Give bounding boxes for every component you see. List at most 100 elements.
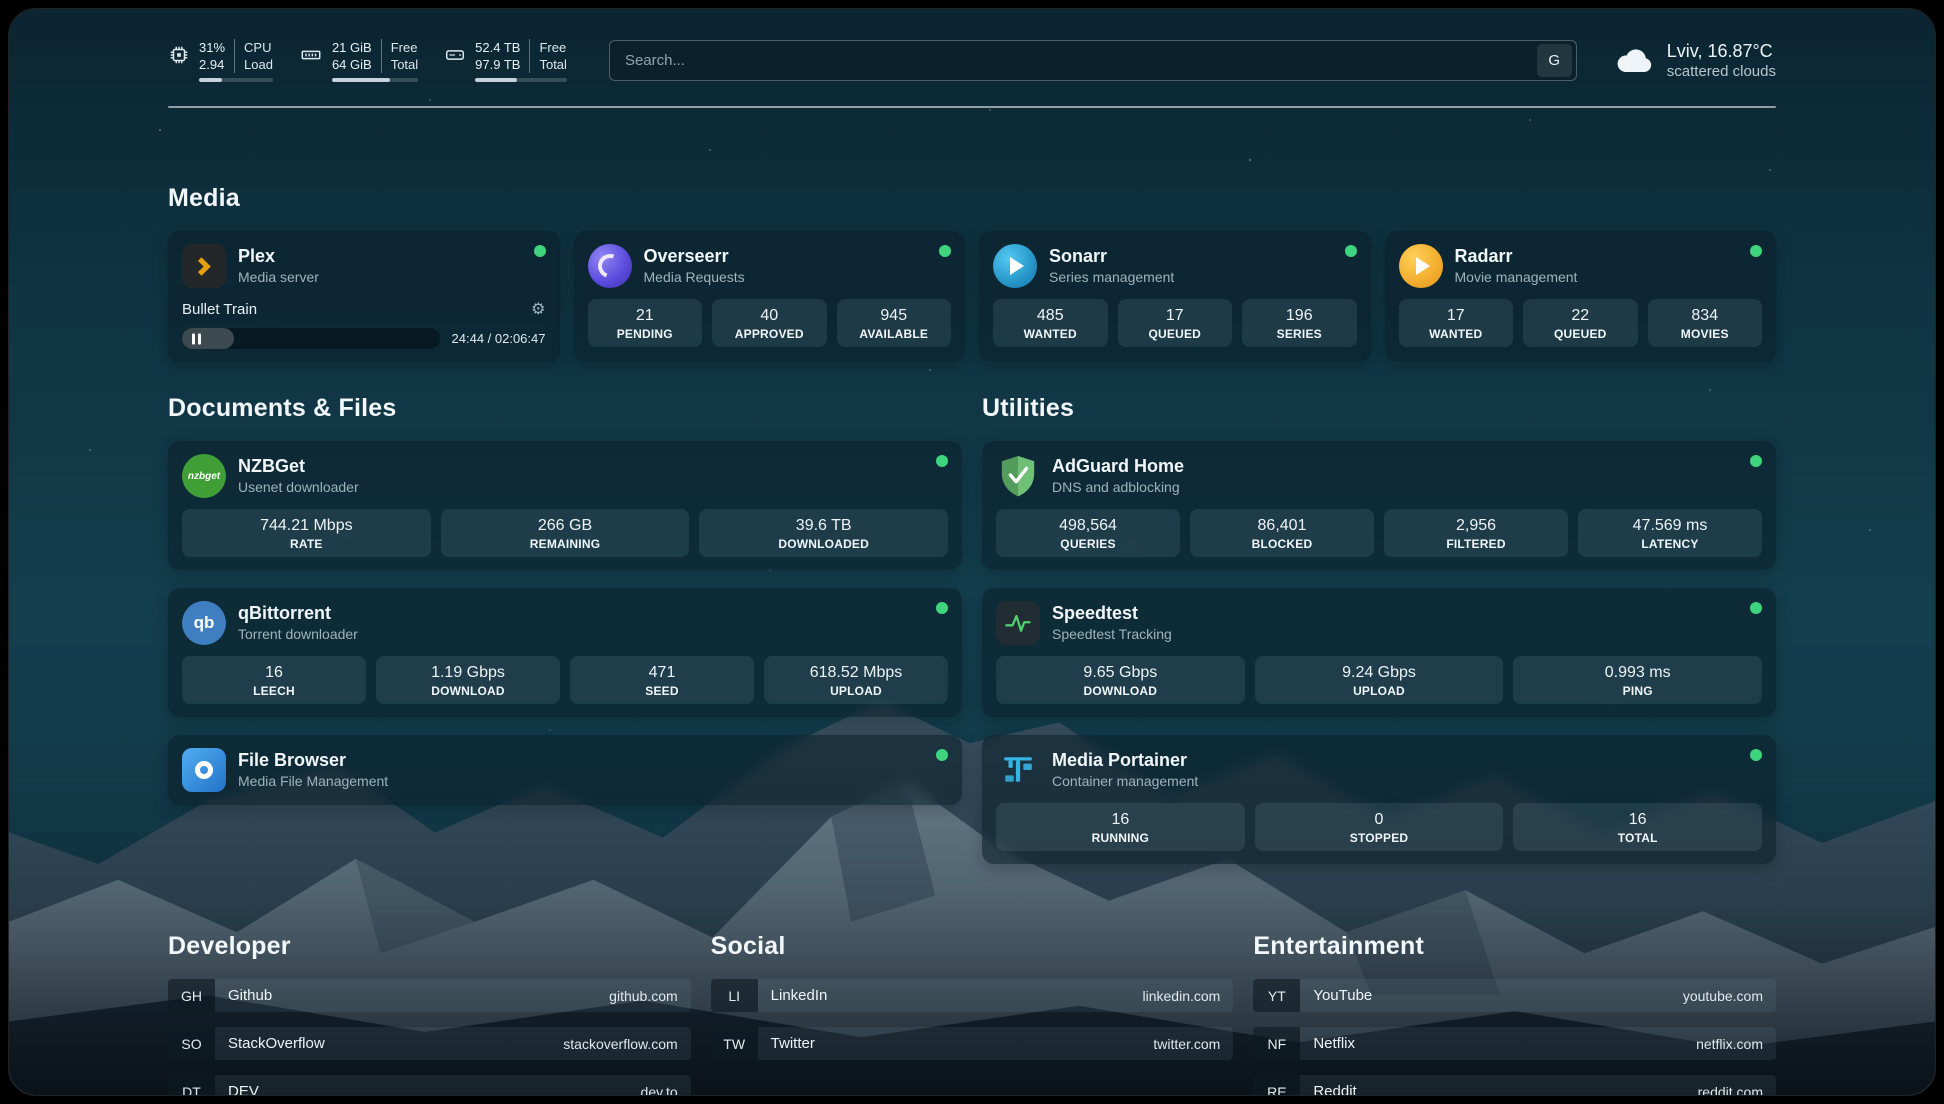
app-subtitle: Media Requests: [644, 269, 745, 286]
memory-widget: 21 GiB Free 64 GiB Total: [299, 39, 418, 82]
bookmark-name: Twitter: [758, 1035, 1154, 1052]
playback-time: 24:44 / 02:06:47: [452, 331, 546, 346]
disk-widget: 52.4 TB Free 97.9 TB Total: [444, 39, 567, 82]
memory-free-value: 21 GiB: [332, 39, 372, 56]
section-utilities: Utilities AdGuard Home: [982, 394, 1776, 882]
stat-running: 16 RUNNING: [996, 803, 1245, 851]
stat-total: 16 TOTAL: [1513, 803, 1762, 851]
stat-wanted: 17 WANTED: [1399, 299, 1514, 347]
youtube-icon: YT: [1253, 979, 1300, 1012]
stat-wanted: 485 WANTED: [993, 299, 1108, 347]
pause-icon[interactable]: [192, 333, 201, 344]
section-media: Media Plex Media server Bullet Train ⚙: [168, 184, 1776, 362]
stat-filtered: 2,956 FILTERED: [1384, 509, 1568, 557]
disk-widget-body: 52.4 TB Free 97.9 TB Total: [475, 39, 567, 82]
app-card-speedtest[interactable]: Speedtest Speedtest Tracking 9.65 Gbps D…: [982, 588, 1776, 717]
section-developer: Developer GH Github github.com SO StackO…: [168, 932, 691, 1096]
sonarr-titles: Sonarr Series management: [1049, 246, 1174, 286]
disk-progress-bar: [475, 78, 567, 82]
status-online-dot: [1345, 245, 1357, 257]
bookmark-url: stackoverflow.com: [563, 1036, 690, 1052]
plex-player: 24:44 / 02:06:47: [182, 328, 546, 349]
bookmark-url: youtube.com: [1683, 988, 1776, 1004]
app-name: NZBGet: [238, 456, 359, 477]
bookmark-youtube[interactable]: YT YouTube youtube.com: [1253, 979, 1776, 1012]
stat-stopped: 0 STOPPED: [1255, 803, 1504, 851]
app-card-radarr[interactable]: Radarr Movie management 17 WANTED 22 QUE…: [1385, 231, 1777, 362]
app-subtitle: Movie management: [1455, 269, 1578, 286]
bookmark-name: Netflix: [1300, 1035, 1696, 1052]
app-subtitle: Speedtest Tracking: [1052, 626, 1172, 643]
reddit-icon: RE: [1253, 1075, 1300, 1096]
stat-download: 9.65 Gbps DOWNLOAD: [996, 656, 1245, 704]
bookmark-netflix[interactable]: NF Netflix netflix.com: [1253, 1027, 1776, 1060]
stat-series: 196 SERIES: [1242, 299, 1357, 347]
weather-condition: scattered clouds: [1667, 62, 1776, 81]
bookmark-url: github.com: [609, 988, 690, 1004]
app-subtitle: Media server: [238, 269, 319, 286]
stat-upload: 9.24 Gbps UPLOAD: [1255, 656, 1504, 704]
disk-free-label: Free: [529, 39, 566, 56]
cloud-icon: [1613, 46, 1655, 76]
gear-icon[interactable]: ⚙: [531, 299, 545, 319]
stat-seed: 471 SEED: [570, 656, 754, 704]
app-name: Speedtest: [1052, 603, 1172, 624]
status-online-dot: [1750, 245, 1762, 257]
dashboard-content: 31% CPU 2.94 Load: [9, 9, 1935, 1095]
app-card-sonarr[interactable]: Sonarr Series management 485 WANTED 17 Q…: [979, 231, 1371, 362]
bookmark-twitter[interactable]: TW Twitter twitter.com: [711, 1027, 1234, 1060]
bookmark-url: reddit.com: [1698, 1084, 1776, 1097]
stat-blocked: 86,401 BLOCKED: [1190, 509, 1374, 557]
sonarr-icon: [993, 244, 1037, 288]
bookmark-url: netflix.com: [1696, 1036, 1776, 1052]
app-card-plex[interactable]: Plex Media server Bullet Train ⚙: [168, 231, 560, 362]
status-online-dot: [939, 245, 951, 257]
weather-widget: Lviv, 16.87°C scattered clouds: [1613, 40, 1776, 81]
bookmark-dev[interactable]: DT DEV dev.to: [168, 1075, 691, 1096]
cpu-widget: 31% CPU 2.94 Load: [168, 39, 273, 82]
qbittorrent-titles: qBittorrent Torrent downloader: [238, 603, 358, 643]
bookmark-stackoverflow[interactable]: SO StackOverflow stackoverflow.com: [168, 1027, 691, 1060]
app-card-adguard[interactable]: AdGuard Home DNS and adblocking 498,564 …: [982, 441, 1776, 570]
disk-total-label: Total: [529, 56, 566, 73]
speedtest-pulse-icon: [996, 601, 1040, 645]
cpu-load-label: Load: [234, 56, 273, 73]
plex-titles: Plex Media server: [238, 246, 319, 286]
hard-drive-icon: [444, 44, 466, 66]
bookmark-url: dev.to: [641, 1084, 691, 1097]
playback-progress-bar[interactable]: [182, 328, 440, 349]
app-subtitle: Usenet downloader: [238, 479, 359, 496]
documents-section-title: Documents & Files: [168, 394, 962, 423]
twitter-icon: TW: [711, 1027, 758, 1060]
top-bar: 31% CPU 2.94 Load: [168, 9, 1776, 82]
app-card-filebrowser[interactable]: File Browser Media File Management: [168, 735, 962, 805]
search-engine-button[interactable]: G: [1537, 44, 1572, 77]
cpu-label: CPU: [234, 39, 273, 56]
bookmark-github[interactable]: GH Github github.com: [168, 979, 691, 1012]
status-online-dot: [1750, 455, 1762, 467]
portainer-titles: Media Portainer Container management: [1052, 750, 1198, 790]
bookmark-name: YouTube: [1300, 987, 1683, 1004]
stat-movies: 834 MOVIES: [1648, 299, 1763, 347]
stat-ping: 0.993 ms PING: [1513, 656, 1762, 704]
stat-queued: 22 QUEUED: [1523, 299, 1638, 347]
app-card-overseerr[interactable]: Overseerr Media Requests 21 PENDING 40 A…: [574, 231, 966, 362]
search-input[interactable]: [610, 52, 1537, 69]
app-name: File Browser: [238, 750, 388, 771]
status-online-dot: [936, 455, 948, 467]
bookmark-reddit[interactable]: RE Reddit reddit.com: [1253, 1075, 1776, 1096]
stat-queries: 498,564 QUERIES: [996, 509, 1180, 557]
bookmark-name: LinkedIn: [758, 987, 1143, 1004]
app-card-nzbget[interactable]: nzbget NZBGet Usenet downloader 744.21 M…: [168, 441, 962, 570]
bookmark-linkedin[interactable]: LI LinkedIn linkedin.com: [711, 979, 1234, 1012]
memory-free-label: Free: [381, 39, 418, 56]
bookmark-url: twitter.com: [1153, 1036, 1233, 1052]
app-card-qbittorrent[interactable]: qb qBittorrent Torrent downloader 16 LEE…: [168, 588, 962, 717]
adguard-shield-icon: [996, 454, 1040, 498]
search-bar[interactable]: G: [609, 40, 1577, 81]
cpu-chip-icon: [168, 44, 190, 66]
stat-available: 945 AVAILABLE: [837, 299, 952, 347]
app-card-portainer[interactable]: Media Portainer Container management 16 …: [982, 735, 1776, 864]
stat-remaining: 266 GB REMAINING: [441, 509, 690, 557]
dev-icon: DT: [168, 1075, 215, 1096]
